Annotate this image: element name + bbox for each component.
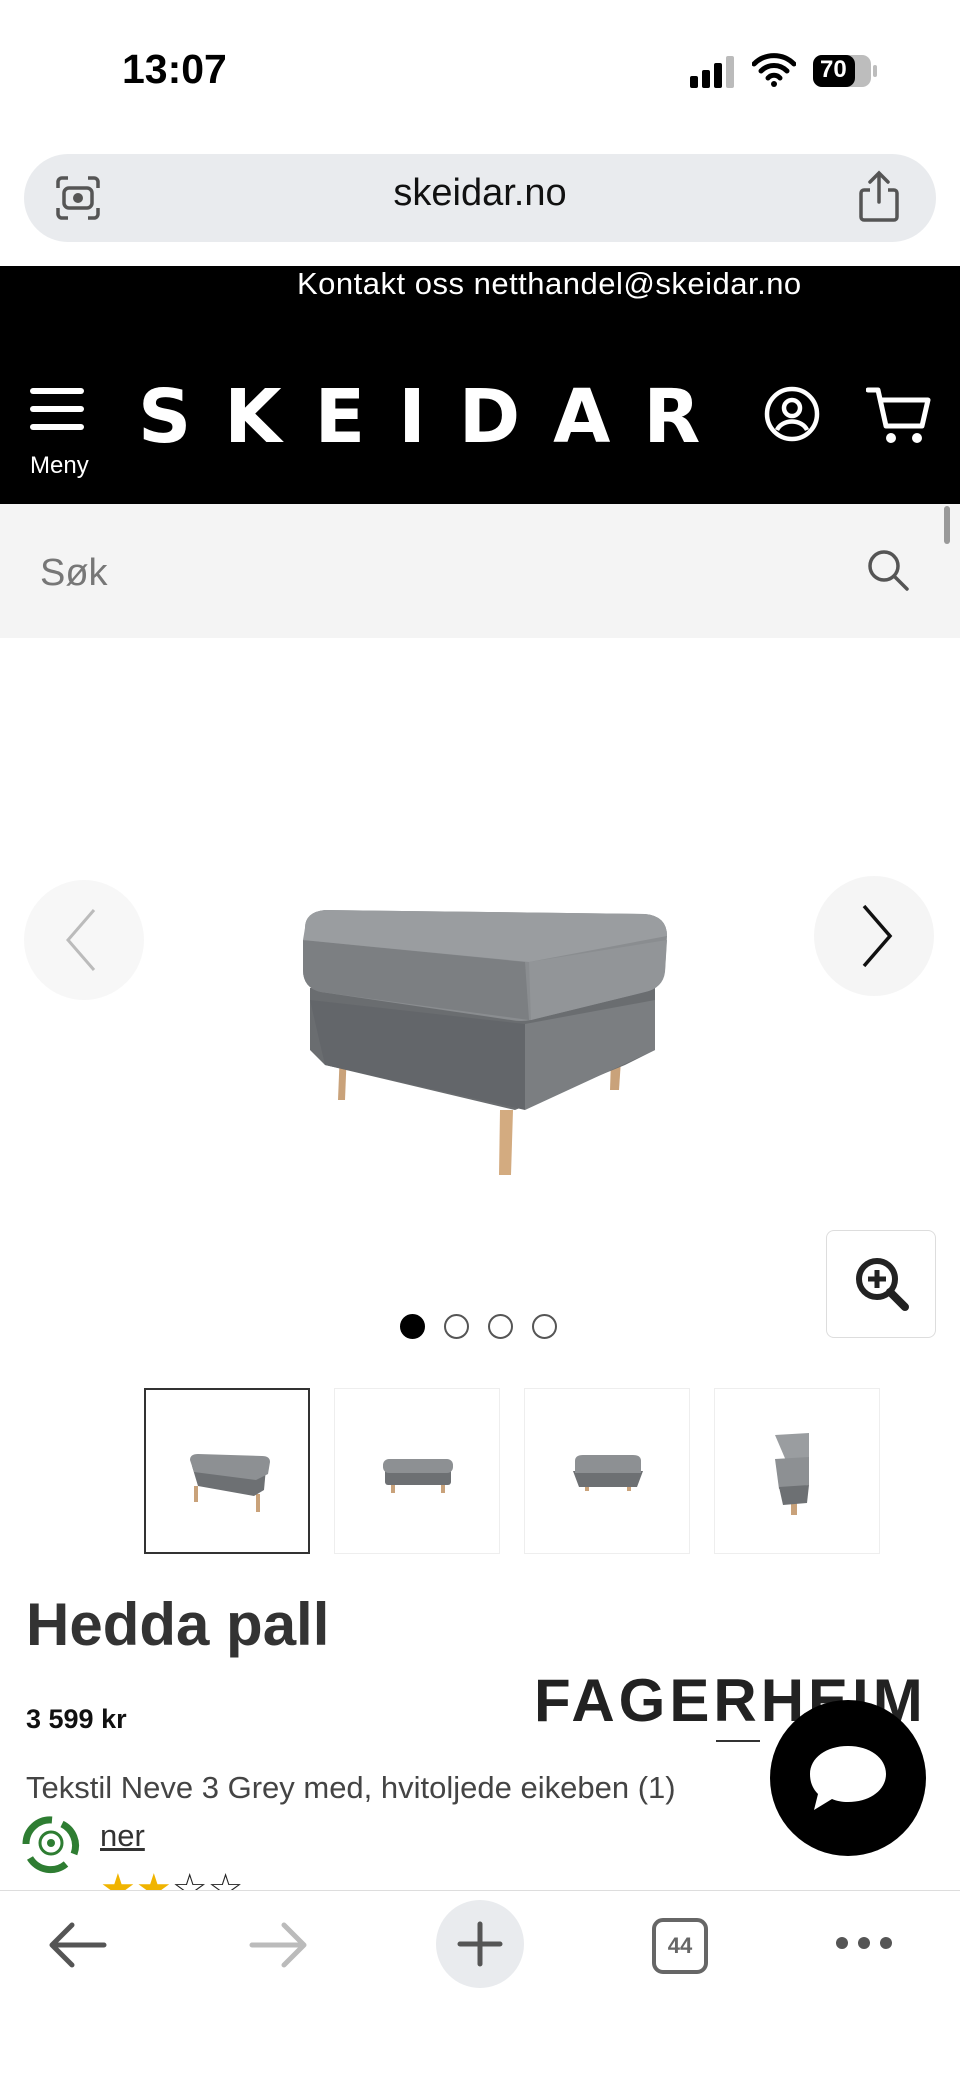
rating-stars[interactable]: ★★☆☆ [100,1866,243,1890]
carousel-dot[interactable] [400,1314,425,1339]
search-input[interactable]: Søk [40,552,108,595]
carousel-dot[interactable] [488,1314,513,1339]
cellular-signal-icon [690,56,734,88]
thumbnail-1[interactable] [144,1388,310,1554]
star-empty-icon: ☆ [171,1866,208,1890]
tab-count: 44 [667,1933,693,1958]
product-price: 3 599 kr [26,1704,127,1734]
thumbnail-3[interactable] [524,1388,690,1554]
account-icon[interactable] [764,386,820,442]
forward-arrow-icon[interactable] [248,1920,310,1970]
carousel-dot[interactable] [444,1314,469,1339]
star-filled-icon: ★ [135,1866,172,1890]
chevron-right-icon [862,904,893,968]
hamburger-line [30,406,84,412]
chat-button[interactable] [770,1700,926,1856]
options-link[interactable]: ner [100,1818,145,1854]
site-logo[interactable]: SKEIDAR [138,374,733,460]
more-icon[interactable] [834,1932,894,1954]
zoom-button[interactable] [826,1230,936,1338]
product-image [303,910,667,1175]
thumbnail-4[interactable] [714,1388,880,1554]
brand-underline [716,1740,760,1742]
star-empty-icon: ☆ [207,1866,244,1890]
new-tab-button[interactable] [436,1900,524,1988]
carousel-dot[interactable] [532,1314,557,1339]
search-bar[interactable]: Søk [0,504,960,638]
star-filled-icon: ★ [100,1866,136,1890]
menu-label[interactable]: Meny [30,452,89,480]
carousel-pagination [400,1314,557,1340]
carousel-next-button[interactable] [814,876,934,996]
status-bar: 13:07 70 [0,0,960,140]
eco-recycle-icon[interactable] [16,1810,86,1876]
hamburger-icon [30,388,84,394]
thumbnail-strip [144,1388,880,1554]
product-variant: Tekstil Neve 3 Grey med, hvitoljede eike… [26,1770,676,1805]
back-arrow-icon[interactable] [46,1920,108,1970]
contact-email-link[interactable]: Kontakt oss netthandel@skeidar.no [297,266,802,302]
search-icon[interactable] [866,548,910,592]
tabs-button[interactable]: 44 [652,1918,708,1974]
battery-icon: 70 [812,54,878,88]
url-text[interactable]: skeidar.no [24,172,936,215]
plus-icon [457,1921,503,1967]
scrollbar[interactable] [944,506,950,544]
cart-icon[interactable] [866,386,932,446]
thumbnail-2[interactable] [334,1388,500,1554]
hamburger-line [30,424,84,430]
battery-level: 70 [820,56,847,83]
chat-bubble-icon [810,1746,886,1810]
address-bar[interactable]: skeidar.no [24,154,936,242]
zoom-in-icon [856,1258,909,1311]
status-time: 13:07 [122,46,227,92]
product-title: Hedda pall [26,1591,330,1658]
wifi-icon [752,53,796,87]
share-icon[interactable] [856,170,902,224]
chevron-left-icon [66,909,96,971]
carousel-prev-button[interactable] [24,880,144,1000]
